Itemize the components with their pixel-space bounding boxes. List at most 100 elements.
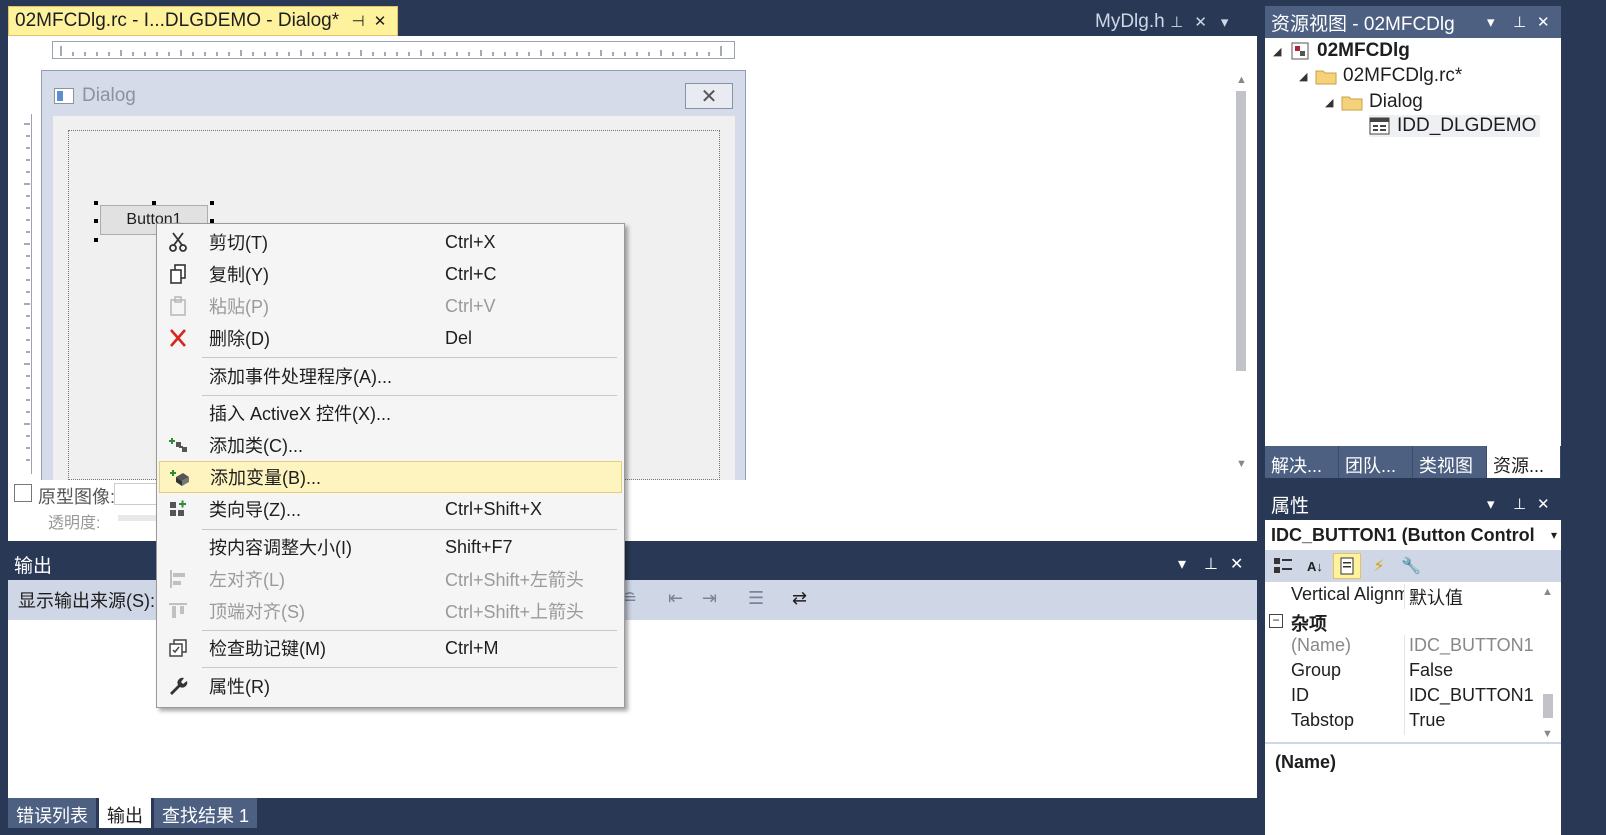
check-mnemonics-icon: [159, 637, 197, 659]
scroll-thumb[interactable]: [1543, 694, 1553, 718]
editor-vertical-scrollbar[interactable]: ▲ ▼: [1232, 66, 1250, 476]
menu-item-insert-activex[interactable]: 插入 ActiveX 控件(X)...: [159, 397, 622, 429]
property-value[interactable]: True: [1405, 710, 1537, 735]
property-row-group[interactable]: Group False: [1265, 660, 1537, 685]
dropdown-icon[interactable]: ▾: [1213, 13, 1237, 31]
property-value[interactable]: 默认值: [1405, 584, 1537, 609]
close-icon[interactable]: ✕: [1189, 13, 1213, 31]
categorized-icon[interactable]: [1269, 553, 1297, 579]
tree-node-dialog-folder[interactable]: ◢ Dialog: [1325, 91, 1423, 113]
doc-tab-mydlg-h[interactable]: MyDlg.h ⊥ ✕ ▾: [1095, 8, 1265, 36]
paste-icon: [159, 295, 197, 317]
menu-item-label: 属性(R): [209, 677, 270, 697]
vertical-ruler[interactable]: [14, 114, 32, 474]
property-row-id[interactable]: ID IDC_BUTTON1: [1265, 685, 1537, 710]
prototype-image-field[interactable]: [114, 483, 158, 505]
align-left-icon: [159, 568, 197, 590]
property-value[interactable]: IDC_BUTTON1: [1405, 685, 1537, 710]
property-row-tabstop[interactable]: Tabstop True: [1265, 710, 1537, 735]
word-wrap-icon[interactable]: ⇄: [792, 588, 807, 609]
tab-solution-explorer[interactable]: 解决...: [1265, 446, 1339, 478]
collapse-triangle-icon[interactable]: ◢: [1325, 96, 1341, 109]
collapse-triangle-icon[interactable]: ◢: [1299, 70, 1315, 83]
doc-tab-rc-dialog[interactable]: 02MFCDlg.rc - I...DLGDEMO - Dialog* ⊣ ✕: [8, 6, 398, 36]
pin-icon[interactable]: ⊥: [1513, 13, 1526, 31]
menu-item-check-mnemonics[interactable]: 检查助记键(M) Ctrl+M: [159, 632, 622, 664]
menu-item-cut[interactable]: 剪切(T) Ctrl+X: [159, 226, 622, 258]
pin-icon[interactable]: ⊥: [1204, 554, 1218, 574]
property-grid-scrollbar[interactable]: ▲ ▼: [1540, 586, 1556, 740]
dropdown-icon[interactable]: ▾: [1487, 13, 1495, 31]
pin-icon[interactable]: ⊣: [347, 12, 369, 30]
tab-team-explorer[interactable]: 团队...: [1339, 446, 1413, 478]
close-icon[interactable]: ✕: [1537, 495, 1550, 513]
collapse-box-icon[interactable]: −: [1269, 614, 1283, 628]
horizontal-ruler[interactable]: [52, 41, 735, 59]
menu-separator: [202, 667, 617, 668]
tab-error-list[interactable]: 错误列表: [8, 798, 96, 828]
tab-label: 错误列表: [16, 806, 88, 826]
scroll-thumb[interactable]: [1236, 91, 1246, 371]
menu-item-paste[interactable]: 粘贴(P) Ctrl+V: [159, 290, 622, 322]
tab-output[interactable]: 输出: [99, 798, 151, 828]
menu-separator: [202, 630, 617, 631]
prototype-image-checkbox[interactable]: [14, 484, 32, 502]
opacity-slider[interactable]: [118, 515, 158, 521]
properties-object-selector[interactable]: IDC_BUTTON1 (Button Control ▾: [1265, 520, 1561, 550]
tab-label: 类视图: [1419, 456, 1473, 476]
scroll-up-icon[interactable]: ▲: [1542, 586, 1553, 598]
menu-item-delete[interactable]: 删除(D) Del: [159, 322, 622, 354]
close-icon[interactable]: ✕: [1230, 554, 1243, 574]
dialog-close-button[interactable]: ✕: [685, 83, 733, 109]
pin-icon[interactable]: ⊥: [1165, 13, 1189, 31]
next-message-icon[interactable]: ⇥: [702, 588, 717, 609]
scroll-down-icon[interactable]: ▼: [1542, 728, 1553, 740]
resize-handle[interactable]: [152, 201, 156, 205]
close-icon[interactable]: ✕: [1537, 13, 1550, 31]
tab-class-view[interactable]: 类视图: [1413, 446, 1487, 478]
scroll-up-icon[interactable]: ▲: [1236, 74, 1247, 86]
close-icon[interactable]: ✕: [369, 12, 391, 30]
tree-node-project[interactable]: ◢ 02MFCDlg: [1273, 40, 1410, 62]
property-row-name[interactable]: (Name) IDC_BUTTON1: [1265, 635, 1537, 660]
pin-icon[interactable]: ⊥: [1513, 495, 1526, 513]
menu-item-properties[interactable]: 属性(R): [159, 670, 622, 702]
properties-page-icon[interactable]: [1333, 553, 1361, 579]
menu-item-add-event-handler[interactable]: 添加事件处理程序(A)...: [159, 360, 622, 392]
dropdown-icon[interactable]: ▾: [1178, 554, 1186, 574]
prev-message-icon[interactable]: ⇤: [668, 588, 683, 609]
property-category-misc[interactable]: − 杂项: [1265, 610, 1537, 635]
resize-handle[interactable]: [210, 201, 214, 205]
menu-item-copy[interactable]: 复制(Y) Ctrl+C: [159, 258, 622, 290]
tree-node-rc-file[interactable]: ◢ 02MFCDlg.rc*: [1299, 65, 1462, 87]
menu-item-align-top[interactable]: 顶端对齐(S) Ctrl+Shift+上箭头: [159, 595, 622, 627]
menu-separator: [202, 395, 617, 396]
delete-icon: [159, 327, 197, 349]
tab-find-results[interactable]: 查找结果 1: [154, 798, 258, 828]
resource-panel-tabs: 解决... 团队... 类视图 资源...: [1265, 446, 1561, 478]
alphabetical-icon[interactable]: A↓: [1301, 553, 1329, 579]
context-menu: 剪切(T) Ctrl+X 复制(Y) Ctrl+C 粘贴(P) Ctrl+V 删…: [156, 223, 625, 708]
class-wizard-icon: [159, 498, 197, 520]
property-row-vertical-alignment[interactable]: Vertical Alignment默认值: [1265, 584, 1537, 609]
menu-item-add-variable[interactable]: 添加变量(B)...: [159, 461, 622, 493]
menu-item-add-class[interactable]: 添加类(C)...: [159, 429, 622, 461]
dropdown-icon[interactable]: ▾: [1487, 495, 1495, 513]
tree-node-idd-dlgdemo[interactable]: IDD_DLGDEMO: [1369, 115, 1541, 137]
property-value[interactable]: False: [1405, 660, 1537, 685]
menu-item-size-to-content[interactable]: 按内容调整大小(I) Shift+F7: [159, 531, 622, 563]
resize-handle[interactable]: [94, 219, 98, 223]
collapse-triangle-icon[interactable]: ◢: [1273, 45, 1289, 58]
resize-handle[interactable]: [94, 201, 98, 205]
events-lightning-icon[interactable]: ⚡: [1365, 553, 1393, 579]
menu-item-align-left[interactable]: 左对齐(L) Ctrl+Shift+左箭头: [159, 563, 622, 595]
property-value[interactable]: IDC_BUTTON1: [1405, 635, 1537, 660]
clear-all-icon[interactable]: ☰: [748, 588, 764, 609]
property-pages-wrench-icon[interactable]: 🔧: [1397, 553, 1425, 579]
tab-resource-view[interactable]: 资源...: [1487, 446, 1561, 478]
output-title: 输出: [14, 555, 53, 577]
menu-item-label: 按内容调整大小(I): [209, 538, 352, 558]
scroll-down-icon[interactable]: ▼: [1236, 458, 1247, 470]
resize-handle[interactable]: [94, 238, 98, 242]
menu-item-class-wizard[interactable]: 类向导(Z)... Ctrl+Shift+X: [159, 493, 622, 525]
